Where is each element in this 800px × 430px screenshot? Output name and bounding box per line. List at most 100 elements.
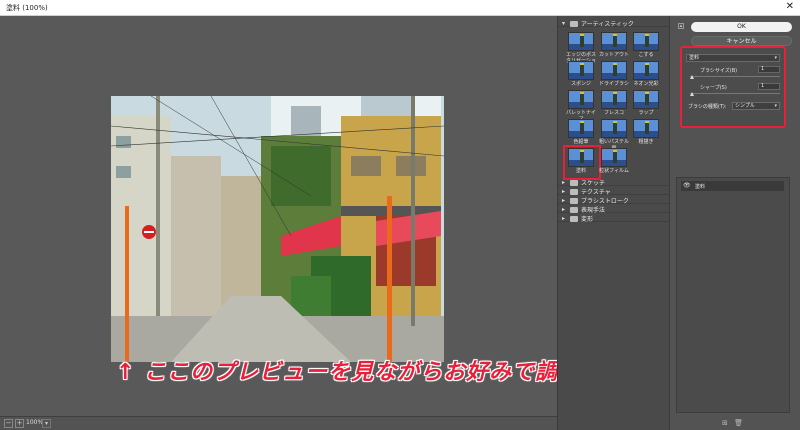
brush-size-slider-handle[interactable]: [689, 75, 694, 79]
thumbnail-art: [613, 36, 617, 47]
brush-size-input[interactable]: 1: [758, 66, 780, 73]
folder-item: ▸ スケッチ: [562, 178, 605, 187]
filter-thumbnail-label: ドライブラシ: [599, 81, 629, 87]
thumbnail-art: [580, 65, 584, 76]
zoom-out-button[interactable]: −: [4, 419, 13, 428]
filter-thumbnail[interactable]: [601, 119, 627, 138]
filter-thumbnail[interactable]: [633, 32, 659, 51]
filter-thumbnail-label: フレスコ: [603, 110, 624, 116]
selected-thumbnail-highlight: [563, 145, 601, 180]
folder-label: テクスチャ: [581, 189, 611, 196]
collapse-gallery-icon[interactable]: ▴: [678, 23, 684, 29]
folder-closed-arrow-icon: ▸: [562, 215, 566, 222]
chevron-down-icon: ▾: [774, 103, 777, 109]
sharpness-slider-handle[interactable]: [690, 92, 695, 96]
folder-open-arrow-icon: ▾: [562, 20, 566, 27]
folder-icon: [570, 188, 578, 195]
brush-type-label: ブラシの種類(T):: [688, 104, 727, 110]
filter-thumbnail-label: こする: [638, 52, 654, 58]
filter-thumbnail-label: カットアウト: [598, 52, 629, 58]
filter-select-value: 塗料: [689, 55, 700, 61]
thumbnail-art: [580, 123, 584, 134]
folder-icon: [570, 215, 578, 222]
title-bar: 塗料 (100%) ✕: [0, 0, 800, 16]
thumbnail-art: [580, 36, 584, 47]
thumbnail-art: [645, 65, 649, 76]
folder-closed-arrow-icon: ▸: [562, 206, 566, 213]
folder-icon: [570, 197, 578, 204]
street-photo-illustration: [111, 96, 444, 362]
window-title: 塗料 (100%): [6, 4, 48, 12]
brush-size-label: ブラシサイズ(B): [700, 68, 738, 74]
folder-icon: [570, 20, 578, 27]
zoom-in-button[interactable]: +: [15, 419, 24, 428]
thumbnail-art: [613, 65, 617, 76]
brush-type-value: シンプル: [735, 103, 755, 109]
filter-settings-box: 塗料 ▾ ブラシサイズ(B) 1 シャープ(S) 1 ブラシの種類(T): シン…: [680, 46, 786, 128]
folder-item: ▸ 変形: [562, 214, 593, 223]
folder-item: ▸ 表現手法: [562, 205, 605, 214]
folder-item: ▸ ブラシストローク: [562, 196, 629, 205]
thumbnail-art: [613, 94, 617, 105]
filter-thumbnail-label: スポンジ: [570, 81, 591, 87]
cancel-button[interactable]: キャンセル: [691, 36, 792, 46]
folder-item: ▸ テクスチャ: [562, 187, 611, 196]
eye-icon[interactable]: 👁: [683, 182, 691, 189]
sharpness-input[interactable]: 1: [758, 83, 780, 90]
filter-thumbnail-label: ラップ: [638, 110, 654, 116]
filter-thumbnail[interactable]: [601, 61, 627, 80]
filter-thumbnail[interactable]: [601, 32, 627, 51]
folder-closed-arrow-icon: ▸: [562, 188, 566, 195]
brush-size-slider[interactable]: [689, 75, 780, 79]
filter-gallery-panel: ▾ アーティスティック エッジのポスタリゼーションカットアウトこするスポンジドラ…: [557, 16, 670, 430]
preview-image[interactable]: [111, 96, 444, 362]
filter-thumbnail[interactable]: [568, 32, 594, 51]
thumbnail-art: [645, 36, 649, 47]
folder-label: スケッチ: [581, 180, 606, 187]
thumbnail-art: [613, 152, 617, 163]
chevron-down-icon: ▾: [774, 55, 777, 61]
new-layer-icon[interactable]: ⊞: [722, 419, 728, 427]
layer-tools: ⊞ 🗑: [722, 419, 743, 427]
effect-layer-row[interactable]: 👁 塗料: [681, 181, 784, 191]
folder-artistic[interactable]: ▾ アーティスティック: [558, 19, 670, 28]
filter-thumbnail[interactable]: [568, 61, 594, 80]
filter-thumbnail[interactable]: [633, 90, 659, 109]
folder-row[interactable]: ▸ テクスチャ: [558, 187, 670, 196]
effect-layers-panel: 👁 塗料: [676, 177, 790, 413]
brush-type-select[interactable]: シンプル ▾: [732, 102, 780, 110]
folder-row[interactable]: ▸ 変形: [558, 214, 670, 223]
filter-select[interactable]: 塗料 ▾: [686, 54, 780, 62]
folder-row[interactable]: ▸ ブラシストローク: [558, 196, 670, 205]
filter-thumbnail-label: 粗描き: [638, 139, 654, 145]
folder-row[interactable]: ▸ スケッチ: [558, 178, 670, 187]
filter-thumbnail-label: ネオン光彩: [633, 81, 659, 87]
sharpness-label: シャープ(S): [700, 85, 727, 91]
filter-gallery-window: 塗料 (100%) ✕ ↑ ここのプレビューを見ながらお好みで調整 − + 10…: [0, 0, 800, 430]
thumbnail-art: [645, 123, 649, 134]
filter-thumbnail[interactable]: [568, 90, 594, 109]
sharpness-slider[interactable]: [690, 92, 780, 96]
annotation-text: ↑ ここのプレビューを見ながらお好みで調整: [116, 360, 582, 385]
folder-closed-arrow-icon: ▸: [562, 197, 566, 204]
preview-area: ↑ ここのプレビューを見ながらお好みで調整: [0, 16, 580, 416]
filter-thumbnail-label: 粒状フィルム: [599, 168, 629, 174]
ok-button[interactable]: OK: [691, 22, 792, 32]
folder-icon: [570, 179, 578, 186]
folder-label: 変形: [581, 216, 594, 223]
effect-layer-name: 塗料: [695, 184, 706, 190]
folder-icon: [570, 206, 578, 213]
filter-thumbnail[interactable]: [601, 90, 627, 109]
delete-layer-icon[interactable]: 🗑: [734, 419, 743, 427]
filter-thumbnail[interactable]: [568, 119, 594, 138]
folder-row[interactable]: ▸ 表現手法: [558, 205, 670, 214]
thumbnail-art: [580, 94, 584, 105]
folder-label: アーティスティック: [581, 21, 634, 28]
folder-closed-arrow-icon: ▸: [562, 179, 566, 186]
filter-thumbnail[interactable]: [601, 148, 627, 167]
zoom-dropdown-icon[interactable]: ▾: [42, 419, 51, 428]
filter-thumbnail[interactable]: [633, 119, 659, 138]
thumbnail-art: [645, 94, 649, 105]
filter-thumbnail[interactable]: [633, 61, 659, 80]
close-icon[interactable]: ✕: [786, 1, 794, 13]
